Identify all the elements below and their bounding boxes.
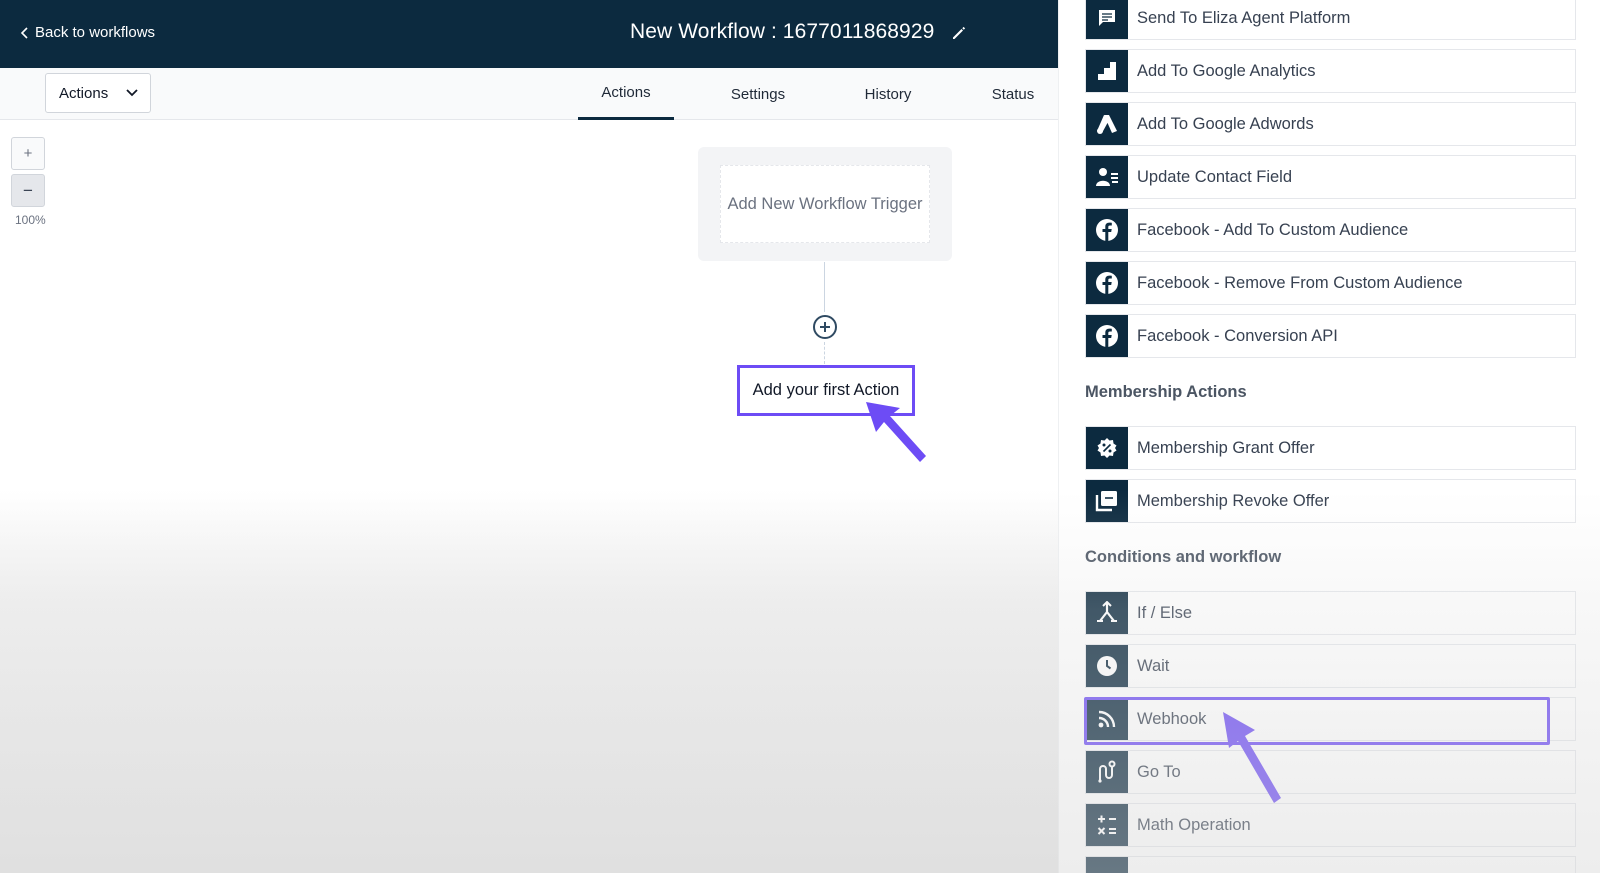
action-item-label: If / Else (1137, 603, 1193, 622)
tab-status[interactable]: Status (965, 68, 1058, 120)
pencil-icon[interactable] (950, 24, 968, 42)
action-item-google-adwords[interactable]: Add To Google Adwords (1085, 102, 1576, 146)
analytics-icon (1086, 50, 1128, 92)
add-first-action-button[interactable]: Add your first Action (737, 365, 915, 416)
action-item-label: Membership Grant Offer (1137, 438, 1315, 457)
action-item-webhook[interactable]: Webhook (1085, 697, 1576, 741)
action-item-label: Math Operation (1137, 815, 1251, 834)
action-item-update-contact-field[interactable]: Update Contact Field (1085, 155, 1576, 199)
zoom-out-button[interactable]: − (11, 174, 45, 207)
trigger-card: Add New Workflow Trigger (698, 147, 952, 261)
section-title-conditions: Conditions and workflow (1085, 548, 1282, 566)
actions-panel: Send To Eliza Agent Platform Add To Goog… (1058, 0, 1600, 873)
add-step-plus-icon[interactable] (812, 314, 838, 340)
route-icon (1086, 751, 1128, 793)
workflow-toolbar: Actions Actions Settings History Status (0, 68, 1058, 120)
action-item-label: Membership Revoke Offer (1137, 491, 1330, 510)
facebook-icon (1086, 209, 1128, 251)
action-item-label: Webhook (1137, 709, 1207, 728)
chevron-left-icon (20, 26, 28, 39)
action-item-google-analytics[interactable]: Add To Google Analytics (1085, 49, 1576, 93)
action-item-label: Go To (1137, 762, 1181, 781)
action-item-label: Facebook - Conversion API (1137, 326, 1338, 345)
contact-card-icon (1086, 156, 1128, 198)
action-item-label: Add To Google Analytics (1137, 61, 1316, 80)
actions-dropdown[interactable]: Actions (45, 73, 151, 113)
back-to-workflows-link[interactable]: Back to workflows (20, 24, 155, 41)
math-icon (1086, 804, 1128, 846)
discount-badge-icon (1086, 427, 1128, 469)
action-item-math-operation[interactable]: Math Operation (1085, 803, 1576, 847)
action-item-facebook-conversion-api[interactable]: Facebook - Conversion API (1085, 314, 1576, 358)
action-item-membership-grant-offer[interactable]: Membership Grant Offer (1085, 426, 1576, 470)
copy-stack-icon (1086, 480, 1128, 522)
connector-line (824, 262, 825, 312)
top-header: Back to workflows New Workflow : 1677011… (0, 0, 1058, 68)
clock-icon (1086, 645, 1128, 687)
action-item-go-to[interactable]: Go To (1085, 750, 1576, 794)
workflow-title: New Workflow : 1677011868929 (630, 20, 935, 43)
facebook-icon (1086, 315, 1128, 357)
action-item-label: Update Contact Field (1137, 167, 1293, 186)
tab-actions[interactable]: Actions (578, 68, 674, 120)
action-item-facebook-remove-audience[interactable]: Facebook - Remove From Custom Audience (1085, 261, 1576, 305)
rss-icon (1086, 698, 1128, 740)
action-item-if-else[interactable]: If / Else (1085, 591, 1576, 635)
action-item-wait[interactable]: Wait (1085, 644, 1576, 688)
action-item-label: Send To Eliza Agent Platform (1137, 8, 1351, 27)
action-item-label: Wait (1137, 656, 1170, 675)
calendar-icon (1086, 857, 1128, 873)
tab-history[interactable]: History (840, 68, 936, 120)
back-link-label: Back to workflows (35, 24, 156, 41)
branch-icon (1086, 592, 1128, 634)
action-item-facebook-add-audience[interactable]: Facebook - Add To Custom Audience (1085, 208, 1576, 252)
tab-settings[interactable]: Settings (710, 68, 806, 120)
action-item-send-to-eliza[interactable]: Send To Eliza Agent Platform (1085, 0, 1576, 40)
zoom-in-button[interactable]: + (11, 137, 45, 170)
facebook-icon (1086, 262, 1128, 304)
zoom-level: 100% (15, 213, 46, 227)
chevron-down-icon (126, 89, 138, 97)
adwords-icon (1086, 103, 1128, 145)
action-item-label (1128, 857, 1137, 873)
chat-icon (1086, 0, 1128, 39)
add-trigger-placeholder[interactable]: Add New Workflow Trigger (720, 165, 930, 243)
section-title-membership: Membership Actions (1085, 383, 1247, 401)
action-item-label: Facebook - Remove From Custom Audience (1137, 273, 1463, 292)
action-item-label: Add To Google Adwords (1137, 114, 1314, 133)
connector-dashed-line (824, 342, 825, 364)
action-item-label: Facebook - Add To Custom Audience (1137, 220, 1409, 239)
action-item-membership-revoke-offer[interactable]: Membership Revoke Offer (1085, 479, 1576, 523)
workflow-canvas-pane: Back to workflows New Workflow : 1677011… (0, 0, 1058, 873)
actions-dropdown-label: Actions (59, 84, 109, 102)
action-item-partial[interactable] (1085, 856, 1576, 873)
